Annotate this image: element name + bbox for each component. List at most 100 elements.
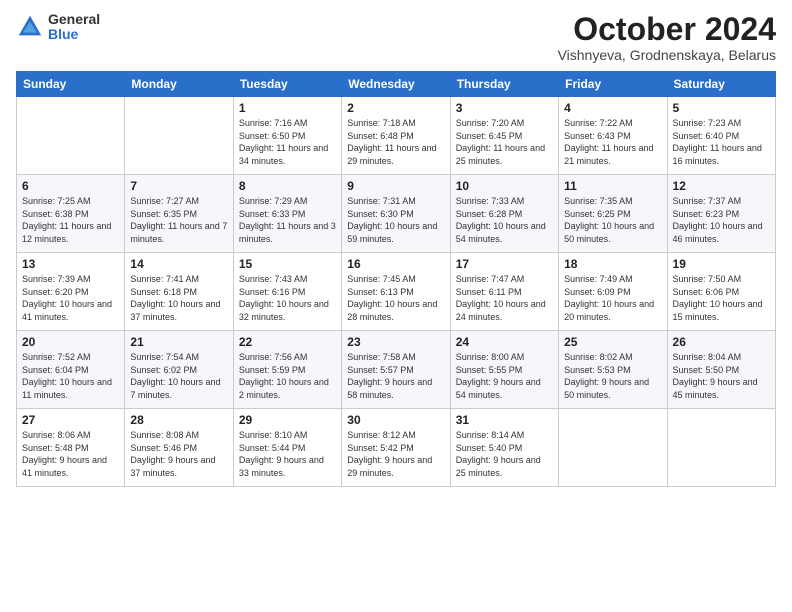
table-row [559,409,667,487]
table-row: 8Sunrise: 7:29 AMSunset: 6:33 PMDaylight… [233,175,341,253]
table-row: 30 Sunrise: 8:12 AMSunset: 5:42 PMDayligh… [342,409,450,487]
day-number: 30 [347,413,444,427]
table-row [667,409,775,487]
table-row: 22 Sunrise: 7:56 AMSunset: 5:59 PMDayligh… [233,331,341,409]
header-row: Sunday Monday Tuesday Wednesday Thursday… [17,72,776,97]
day-number: 22 [239,335,336,349]
table-row: 24Sunrise: 8:00 AMSunset: 5:55 PMDayligh… [450,331,558,409]
day-number: 21 [130,335,227,349]
cell-text: Sunrise: 7:20 AMSunset: 6:45 PMDaylight:… [456,118,545,166]
cell-text: Sunrise: 7:39 AMSunset: 6:20 PMDaylight:… [22,274,112,322]
col-sunday: Sunday [17,72,125,97]
table-row: 10Sunrise: 7:33 AMSunset: 6:28 PMDayligh… [450,175,558,253]
day-number: 24 [456,335,553,349]
day-number: 12 [673,179,770,193]
cell-text: Sunrise: 7:47 AMSunset: 6:11 PMDaylight:… [456,274,546,322]
table-row: 25 Sunrise: 8:02 AMSunset: 5:53 PMDayligh… [559,331,667,409]
month-title: October 2024 [558,12,776,47]
calendar-table: Sunday Monday Tuesday Wednesday Thursday… [16,71,776,487]
day-number: 31 [456,413,553,427]
cell-text: Sunrise: 7:52 AMSunset: 6:04 PMDaylight:… [22,352,112,400]
table-row: 13 Sunrise: 7:39 AMSunset: 6:20 PMDayligh… [17,253,125,331]
table-row: 15 Sunrise: 7:43 AMSunset: 6:16 PMDayligh… [233,253,341,331]
cell-text: Sunrise: 7:50 AMSunset: 6:06 PMDaylight:… [673,274,763,322]
table-row [17,97,125,175]
table-row: 23 Sunrise: 7:58 AMSunset: 5:57 PMDayligh… [342,331,450,409]
day-number: 14 [130,257,227,271]
cell-text: Sunrise: 7:25 AMSunset: 6:38 PMDaylight:… [22,196,111,244]
col-wednesday: Wednesday [342,72,450,97]
cell-text: Sunrise: 7:58 AMSunset: 5:57 PMDaylight:… [347,352,432,400]
header: General Blue October 2024 Vishnyeva, Gro… [16,12,776,63]
day-number: 29 [239,413,336,427]
cell-text: Sunrise: 7:22 AMSunset: 6:43 PMDaylight:… [564,118,653,166]
table-row: 20 Sunrise: 7:52 AMSunset: 6:04 PMDayligh… [17,331,125,409]
table-row: 18 Sunrise: 7:49 AMSunset: 6:09 PMDayligh… [559,253,667,331]
col-friday: Friday [559,72,667,97]
cell-text: Sunrise: 8:02 AMSunset: 5:53 PMDaylight:… [564,352,649,400]
table-row: 9 Sunrise: 7:31 AMSunset: 6:30 PMDaylight… [342,175,450,253]
cell-text: Sunrise: 8:06 AMSunset: 5:48 PMDaylight:… [22,430,107,478]
day-number: 18 [564,257,661,271]
col-saturday: Saturday [667,72,775,97]
table-row: 5Sunrise: 7:23 AMSunset: 6:40 PMDaylight… [667,97,775,175]
title-block: October 2024 Vishnyeva, Grodnenskaya, Be… [558,12,776,63]
col-tuesday: Tuesday [233,72,341,97]
day-number: 17 [456,257,553,271]
logo-text: General Blue [48,12,100,43]
table-row: 3 Sunrise: 7:20 AMSunset: 6:45 PMDaylight… [450,97,558,175]
cell-text: Sunrise: 7:16 AMSunset: 6:50 PMDaylight:… [239,118,328,166]
day-number: 2 [347,101,444,115]
table-row: 2 Sunrise: 7:18 AMSunset: 6:48 PMDaylight… [342,97,450,175]
day-number: 28 [130,413,227,427]
day-number: 4 [564,101,661,115]
cell-text: Sunrise: 8:08 AMSunset: 5:46 PMDaylight:… [130,430,215,478]
cell-text: Sunrise: 8:14 AMSunset: 5:40 PMDaylight:… [456,430,541,478]
table-row: 29 Sunrise: 8:10 AMSunset: 5:44 PMDayligh… [233,409,341,487]
table-row: 31 Sunrise: 8:14 AMSunset: 5:40 PMDayligh… [450,409,558,487]
day-number: 23 [347,335,444,349]
cell-text: Sunrise: 7:45 AMSunset: 6:13 PMDaylight:… [347,274,437,322]
table-row: 11Sunrise: 7:35 AMSunset: 6:25 PMDayligh… [559,175,667,253]
cell-text: Sunrise: 7:27 AMSunset: 6:35 PMDaylight:… [130,196,227,244]
table-row: 28 Sunrise: 8:08 AMSunset: 5:46 PMDayligh… [125,409,233,487]
logo-icon [16,13,44,41]
day-number: 6 [22,179,119,193]
table-row: 27 Sunrise: 8:06 AMSunset: 5:48 PMDayligh… [17,409,125,487]
table-row [125,97,233,175]
col-thursday: Thursday [450,72,558,97]
table-row: 14 Sunrise: 7:41 AMSunset: 6:18 PMDayligh… [125,253,233,331]
cell-text: Sunrise: 8:04 AMSunset: 5:50 PMDaylight:… [673,352,758,400]
day-number: 20 [22,335,119,349]
day-number: 13 [22,257,119,271]
cell-text: Sunrise: 8:10 AMSunset: 5:44 PMDaylight:… [239,430,324,478]
cell-text: Sunrise: 7:54 AMSunset: 6:02 PMDaylight:… [130,352,220,400]
table-row: 4 Sunrise: 7:22 AMSunset: 6:43 PMDaylight… [559,97,667,175]
table-row: 17 Sunrise: 7:47 AMSunset: 6:11 PMDayligh… [450,253,558,331]
day-number: 26 [673,335,770,349]
cell-text: Sunrise: 7:33 AMSunset: 6:28 PMDaylight:… [456,196,546,244]
cell-text: Sunrise: 7:37 AMSunset: 6:23 PMDaylight:… [673,196,763,244]
cell-text: Sunrise: 7:29 AMSunset: 6:33 PMDaylight:… [239,196,336,244]
cell-text: Sunrise: 7:56 AMSunset: 5:59 PMDaylight:… [239,352,329,400]
table-row: 16Sunrise: 7:45 AMSunset: 6:13 PMDayligh… [342,253,450,331]
cell-text: Sunrise: 7:41 AMSunset: 6:18 PMDaylight:… [130,274,220,322]
col-monday: Monday [125,72,233,97]
cell-text: Sunrise: 7:31 AMSunset: 6:30 PMDaylight:… [347,196,437,244]
logo-general: General [48,12,100,27]
day-number: 3 [456,101,553,115]
day-number: 25 [564,335,661,349]
cell-text: Sunrise: 7:43 AMSunset: 6:16 PMDaylight:… [239,274,329,322]
logo-blue: Blue [48,27,100,42]
day-number: 15 [239,257,336,271]
table-row: 21 Sunrise: 7:54 AMSunset: 6:02 PMDayligh… [125,331,233,409]
day-number: 9 [347,179,444,193]
day-number: 27 [22,413,119,427]
cell-text: Sunrise: 7:49 AMSunset: 6:09 PMDaylight:… [564,274,654,322]
cell-text: Sunrise: 7:23 AMSunset: 6:40 PMDaylight:… [673,118,762,166]
table-row: 19Sunrise: 7:50 AMSunset: 6:06 PMDayligh… [667,253,775,331]
cell-text: Sunrise: 8:12 AMSunset: 5:42 PMDaylight:… [347,430,432,478]
day-number: 1 [239,101,336,115]
cell-text: Sunrise: 7:18 AMSunset: 6:48 PMDaylight:… [347,118,436,166]
day-number: 7 [130,179,227,193]
